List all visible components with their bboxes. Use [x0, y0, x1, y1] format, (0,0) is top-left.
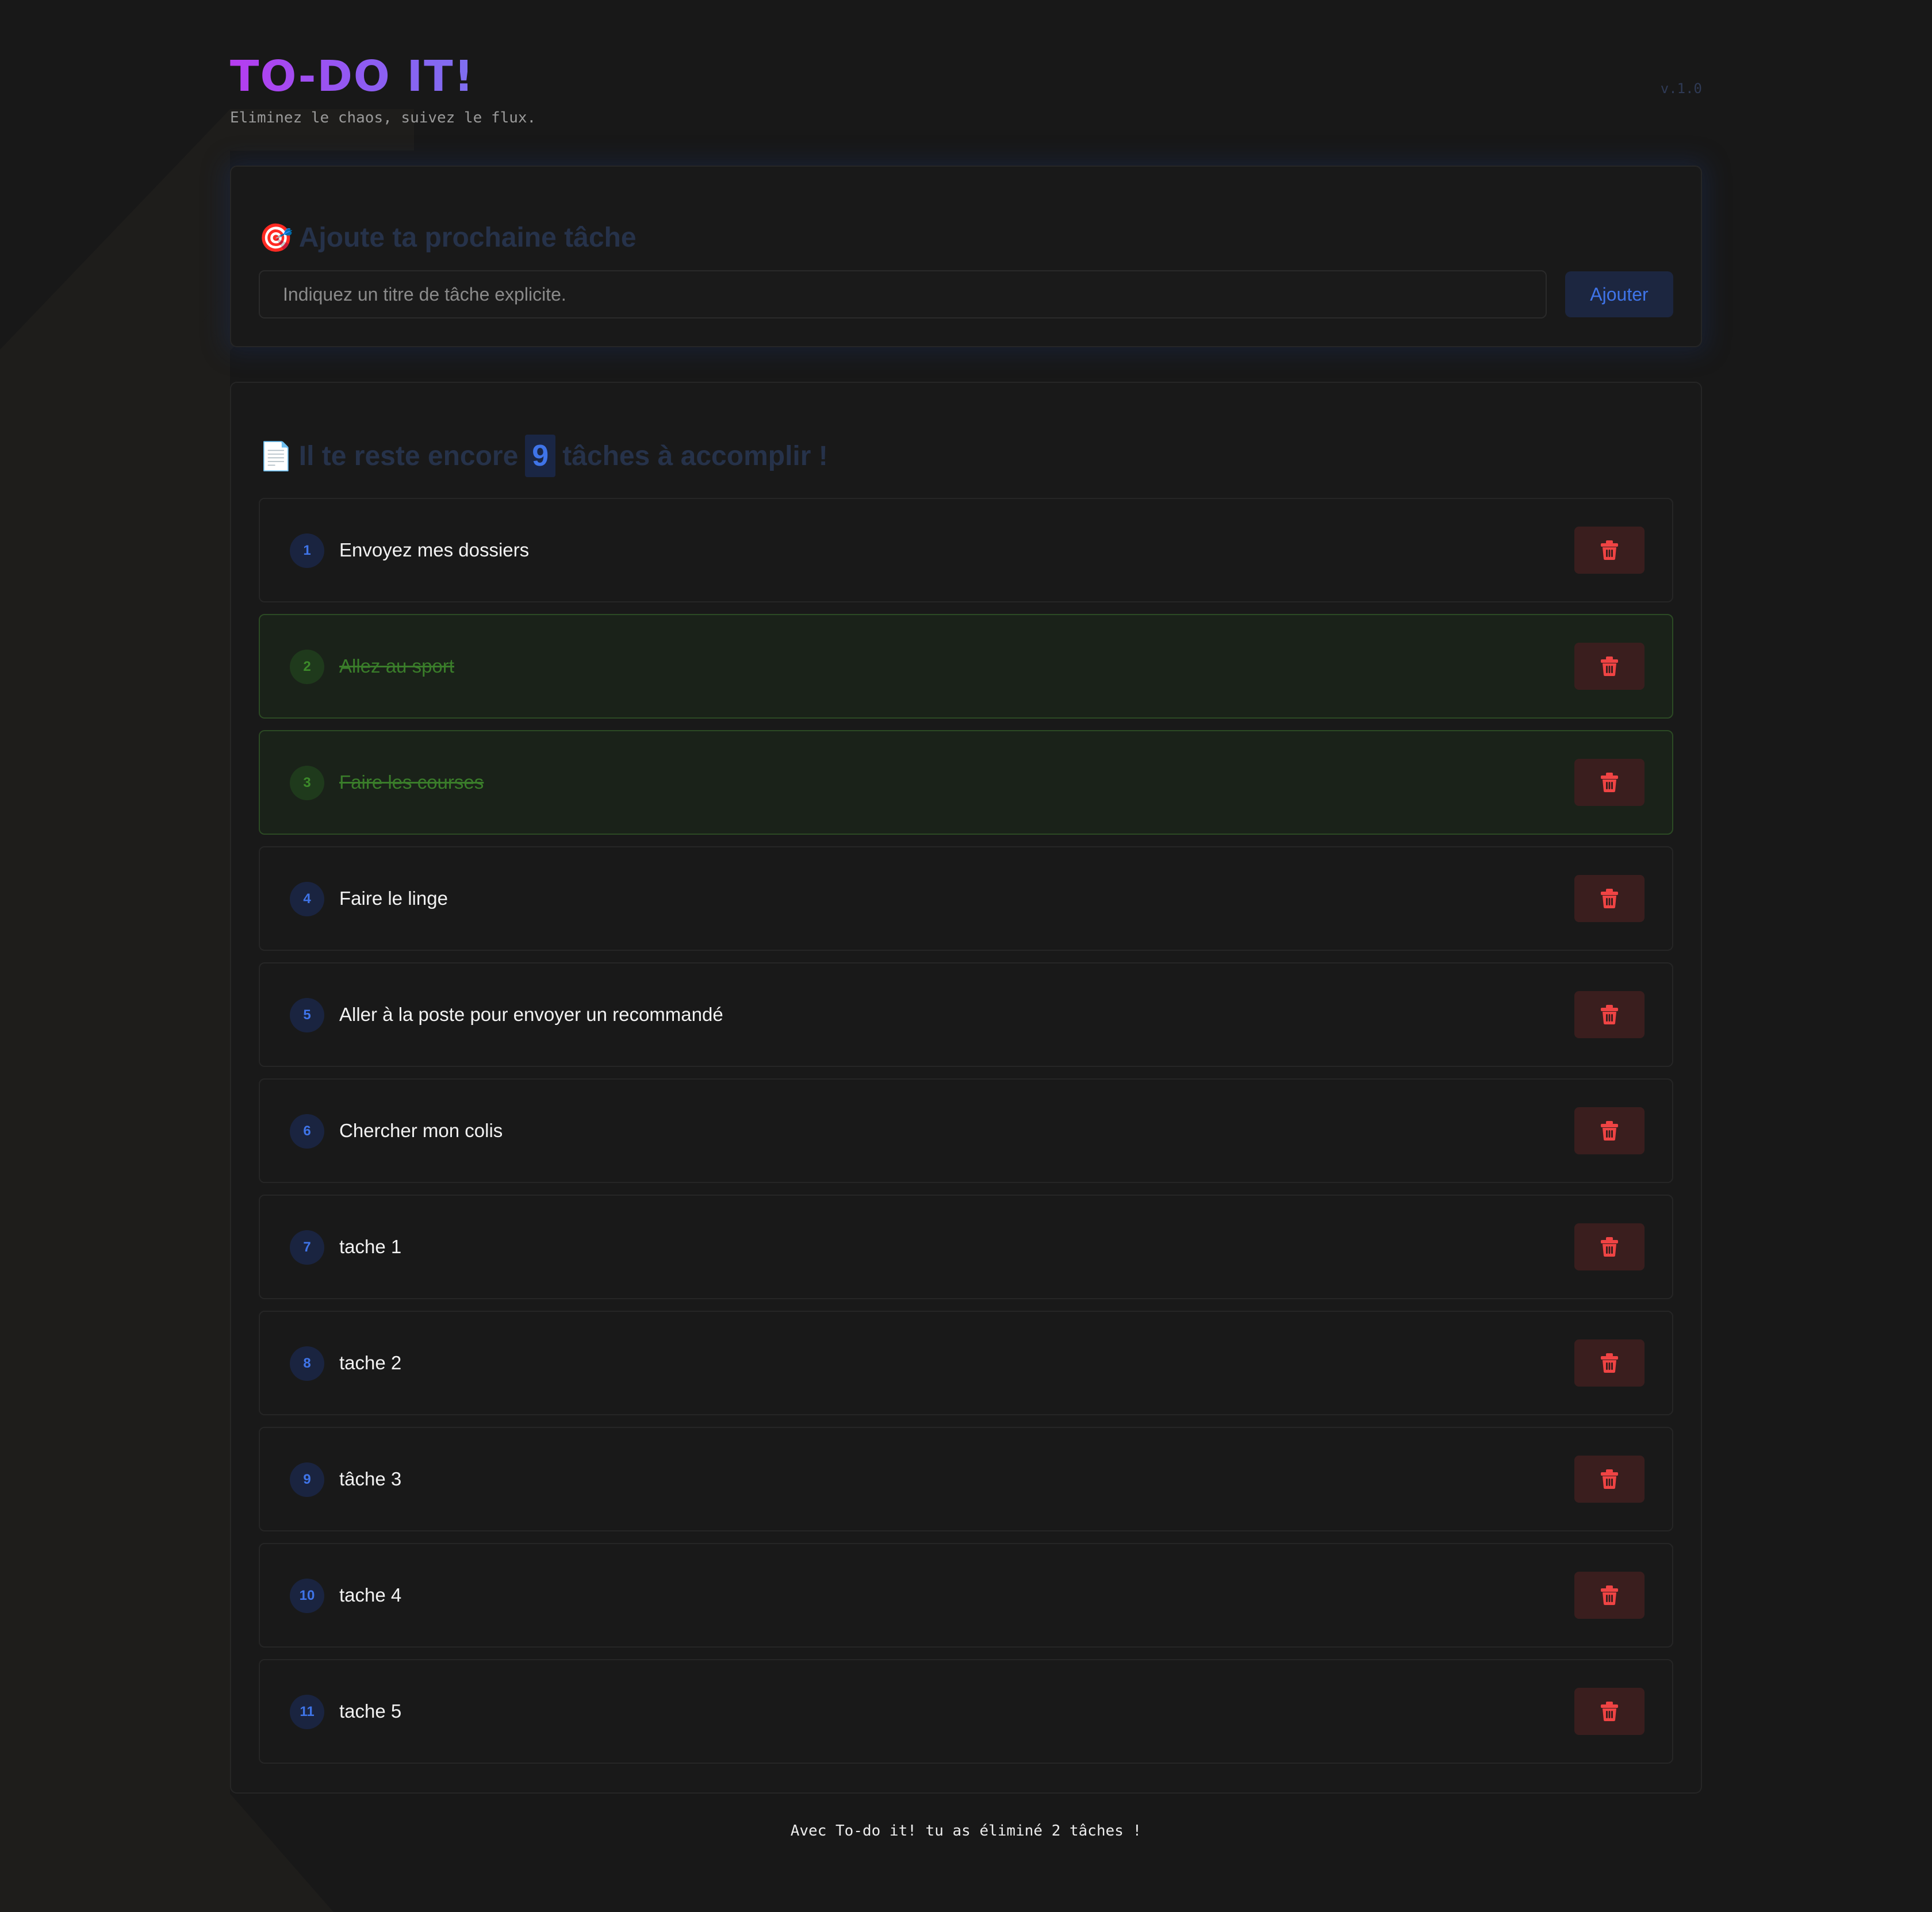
remaining-count-badge: 9 — [525, 435, 556, 477]
delete-task-button[interactable] — [1574, 643, 1644, 690]
delete-task-button[interactable] — [1574, 1107, 1644, 1154]
delete-task-button[interactable] — [1574, 1572, 1644, 1619]
task-item[interactable]: 6 Chercher mon colis — [259, 1078, 1673, 1183]
task-title-input[interactable] — [259, 270, 1547, 318]
remaining-heading-before: Il te reste encore — [298, 440, 519, 471]
trash-icon — [1601, 540, 1618, 560]
trash-icon — [1601, 773, 1618, 792]
trash-icon — [1601, 889, 1618, 908]
trash-icon — [1601, 1702, 1618, 1721]
remaining-heading-after: tâches à accomplir ! — [562, 440, 828, 471]
task-number-badge: 2 — [290, 650, 324, 684]
task-title[interactable]: Envoyez mes dossiers — [339, 499, 529, 601]
footer-message: Avec To-do it! tu as éliminé 2 tâches ! — [790, 1822, 1142, 1840]
task-number-badge: 5 — [290, 998, 324, 1032]
delete-task-button[interactable] — [1574, 875, 1644, 922]
trash-icon — [1601, 656, 1618, 676]
app-title: TO-DO IT! — [230, 52, 475, 101]
task-title[interactable]: Chercher mon colis — [339, 1080, 503, 1182]
app-header: TO-DO IT! Eliminez le chaos, suivez le f… — [230, 52, 1702, 138]
task-title[interactable]: tache 5 — [339, 1660, 401, 1763]
delete-task-button[interactable] — [1574, 1688, 1644, 1735]
trash-icon — [1601, 1585, 1618, 1605]
add-task-heading-text: Ajoute ta prochaine tâche — [298, 222, 637, 253]
task-number-badge: 4 — [290, 882, 324, 916]
task-title[interactable]: Aller à la poste pour envoyer un recomma… — [339, 963, 723, 1066]
trash-icon — [1601, 1469, 1618, 1489]
task-title[interactable]: Faire les courses — [339, 731, 484, 834]
delete-task-button[interactable] — [1574, 1456, 1644, 1503]
task-item[interactable]: 11 tache 5 — [259, 1659, 1673, 1764]
task-item[interactable]: 9 tâche 3 — [259, 1427, 1673, 1531]
version-label: v.1.0 — [1660, 80, 1702, 97]
task-title[interactable]: Faire le linge — [339, 847, 448, 950]
app-tagline: Eliminez le chaos, suivez le flux. — [230, 109, 536, 126]
task-title[interactable]: tâche 3 — [339, 1428, 401, 1530]
task-item[interactable]: 5 Aller à la poste pour envoyer un recom… — [259, 962, 1673, 1067]
task-title[interactable]: tache 1 — [339, 1196, 401, 1298]
task-item[interactable]: 4 Faire le linge — [259, 846, 1673, 951]
trash-icon — [1601, 1237, 1618, 1257]
task-number-badge: 8 — [290, 1346, 324, 1381]
task-number-badge: 1 — [290, 533, 324, 568]
target-icon: 🎯 — [259, 222, 293, 254]
task-item[interactable]: 10 tache 4 — [259, 1543, 1673, 1648]
delete-task-button[interactable] — [1574, 991, 1644, 1038]
delete-task-button[interactable] — [1574, 527, 1644, 574]
task-item[interactable]: 8 tache 2 — [259, 1311, 1673, 1415]
task-title[interactable]: tache 2 — [339, 1312, 401, 1414]
task-number-badge: 10 — [290, 1579, 324, 1613]
task-title[interactable]: Allez au sport — [339, 615, 454, 717]
task-number-badge: 7 — [290, 1230, 324, 1265]
task-number-badge: 9 — [290, 1462, 324, 1497]
task-list: 1 Envoyez mes dossiers 2 Allez au sport — [259, 498, 1673, 1775]
task-number-badge: 6 — [290, 1114, 324, 1149]
task-item[interactable]: 2 Allez au sport — [259, 614, 1673, 719]
delete-task-button[interactable] — [1574, 1223, 1644, 1270]
trash-icon — [1601, 1005, 1618, 1024]
task-item[interactable]: 7 tache 1 — [259, 1195, 1673, 1299]
task-title[interactable]: tache 4 — [339, 1544, 401, 1646]
task-item[interactable]: 1 Envoyez mes dossiers — [259, 498, 1673, 602]
task-item[interactable]: 3 Faire les courses — [259, 730, 1673, 835]
task-number-badge: 11 — [290, 1695, 324, 1729]
trash-icon — [1601, 1121, 1618, 1141]
delete-task-button[interactable] — [1574, 759, 1644, 806]
delete-task-button[interactable] — [1574, 1339, 1644, 1387]
task-list-card: 📄 Il te reste encore 9 tâches à accompli… — [230, 382, 1702, 1794]
add-task-card: 🎯 Ajoute ta prochaine tâche Ajouter — [230, 166, 1702, 347]
document-icon: 📄 — [259, 441, 293, 472]
add-task-button[interactable]: Ajouter — [1565, 271, 1673, 317]
remaining-tasks-heading: 📄 Il te reste encore 9 tâches à accompli… — [259, 433, 828, 478]
task-number-badge: 3 — [290, 766, 324, 800]
trash-icon — [1601, 1353, 1618, 1373]
add-task-heading: 🎯 Ajoute ta prochaine tâche — [259, 220, 637, 255]
